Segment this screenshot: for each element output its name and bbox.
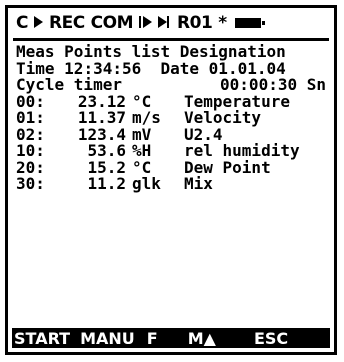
content-area: Meas Points list Designation Time 12:34:… — [16, 43, 326, 193]
separator-line — [13, 38, 329, 41]
f-softkey[interactable]: F — [147, 329, 158, 348]
meas-point-row: 20: 15.2 °C Dew Point — [16, 159, 326, 177]
lcd-screen: C REC COM R01 * Meas Points list Designa… — [5, 5, 337, 355]
start-softkey[interactable]: START — [14, 329, 70, 348]
battery-icon — [233, 14, 265, 32]
meas-points-list: 00: 23.12 °C Temperature 01: 11.37 m/s Velocity… — [16, 93, 326, 193]
status-c: C — [16, 13, 28, 33]
status-r01: R01 — [177, 13, 213, 33]
measured-value: 11.2 — [87, 174, 126, 193]
channel-number: 30: — [16, 174, 45, 193]
meas-point-row: 01: 11.37 m/s Velocity — [16, 109, 326, 127]
unit-label: glk — [132, 174, 161, 193]
meas-point-row: 00: 23.12 °C Temperature — [16, 93, 326, 111]
softkey-bar: START MANU F M▲ ESC — [12, 328, 330, 348]
play-icon — [33, 14, 43, 32]
date-label: Date — [160, 58, 200, 78]
m-softkey[interactable]: M▲ — [188, 329, 216, 348]
status-star: * — [218, 13, 227, 33]
status-com: COM — [90, 13, 134, 33]
skip-icon — [158, 14, 171, 32]
designation-name: Mix — [184, 174, 213, 193]
status-bar: C REC COM R01 * — [16, 14, 326, 32]
status-rec: REC — [48, 13, 85, 33]
step-icon — [139, 14, 153, 32]
manu-softkey[interactable]: MANU — [80, 329, 135, 348]
esc-softkey[interactable]: ESC — [254, 329, 288, 348]
meas-point-row: 10: 53.6 %H rel humidity — [16, 142, 326, 160]
meas-point-row: 30: 11.2 glk Mix — [16, 174, 326, 193]
